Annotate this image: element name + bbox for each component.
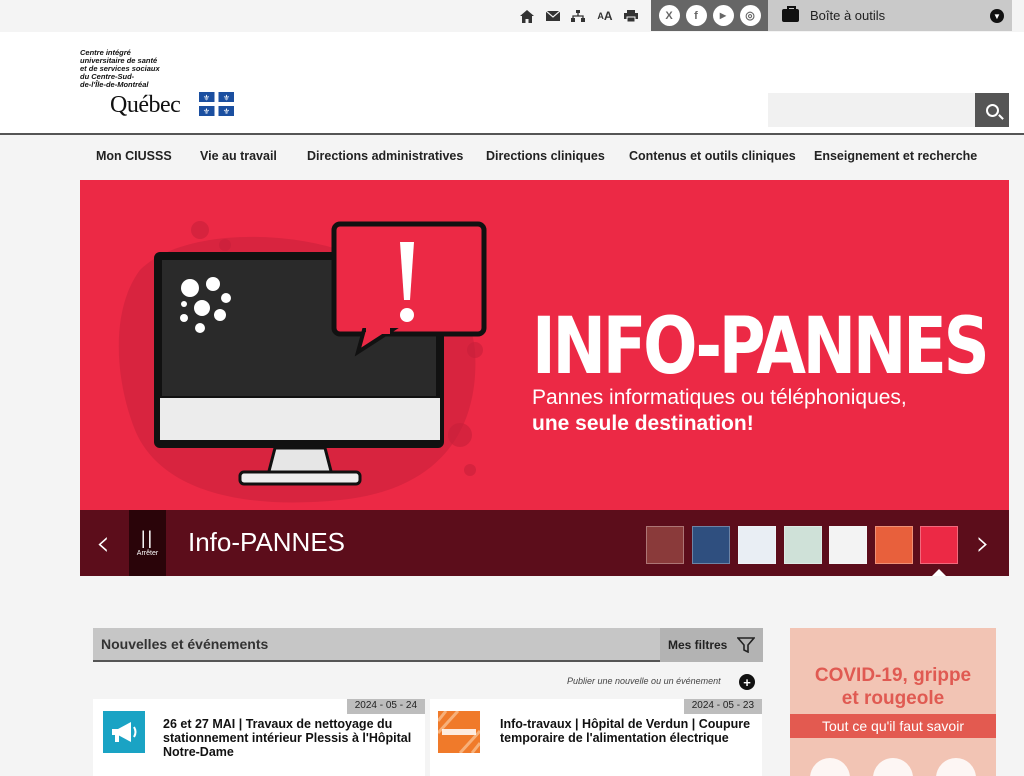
news-card-title[interactable]: 26 et 27 MAI | Travaux de nettoyage du s… <box>163 717 418 759</box>
carousel-thumbnail-active[interactable] <box>920 526 958 564</box>
pause-icon: || <box>140 528 155 548</box>
organization-name[interactable]: Centre intégré universitaire de santé et… <box>80 49 190 89</box>
sitemap-icon[interactable] <box>570 8 586 24</box>
carousel-prev-button[interactable]: ‹ <box>88 518 118 568</box>
covid-icon <box>873 758 913 776</box>
instagram-icon[interactable]: ◎ <box>739 5 761 26</box>
covid-info-link[interactable]: Tout ce qu'il faut savoir <box>790 714 996 738</box>
print-icon[interactable] <box>623 8 639 24</box>
news-card[interactable]: 2024 - 05 - 23 Info-travaux | Hôpital de… <box>430 699 762 776</box>
monitor-illustration <box>118 221 487 503</box>
publish-news-link[interactable]: Publier une nouvelle ou un événement <box>567 676 721 686</box>
news-section-title: Nouvelles et événements <box>101 636 269 652</box>
nav-item-directions-cliniques[interactable]: Directions cliniques <box>486 149 605 163</box>
carousel-thumbnail[interactable] <box>738 526 776 564</box>
search-icon <box>985 103 999 117</box>
news-card[interactable]: 2024 - 05 - 24 26 et 27 MAI | Travaux de… <box>93 699 425 776</box>
main-navigation: Mon CIUSSS Vie au travail Directions adm… <box>0 137 1024 175</box>
covid-icon <box>936 758 976 776</box>
nav-item-mon-ciusss[interactable]: Mon CIUSSS <box>96 149 172 163</box>
filter-icon <box>737 637 755 653</box>
covid-title-line: COVID-19, grippe <box>814 665 972 686</box>
covid-title-line: et rougeole <box>841 688 945 709</box>
social-links: X f ▶ ◎ <box>651 0 768 31</box>
toolbox-dropdown[interactable]: Boîte à outils ▼ <box>768 0 1012 31</box>
text-size-icon[interactable]: AA <box>596 8 614 24</box>
covid-banner[interactable]: COVID-19, grippe et rougeole Tout ce qu'… <box>790 628 996 776</box>
nav-item-contenus-outils[interactable]: Contenus et outils cliniques <box>629 149 796 163</box>
briefcase-icon <box>782 6 799 22</box>
svg-text:⚜: ⚜ <box>203 107 210 116</box>
mail-icon[interactable] <box>545 8 561 24</box>
hero-carousel: INFO-PANNES Pannes informatiques ou télé… <box>80 180 1009 576</box>
svg-text:⚜: ⚜ <box>223 94 230 103</box>
carousel-thumbnail[interactable] <box>646 526 684 564</box>
facebook-icon[interactable]: f <box>685 5 707 26</box>
filters-label: Mes filtres <box>668 638 728 652</box>
carousel-thumbnail[interactable] <box>784 526 822 564</box>
add-icon[interactable]: + <box>739 674 755 690</box>
hero-subline-bold: une seule destination! <box>532 412 754 435</box>
search-input[interactable] <box>768 93 975 127</box>
logo-line: de-l'Île-de-Montréal <box>80 80 149 89</box>
news-date: 2024 - 05 - 23 <box>683 699 762 714</box>
nav-item-enseignement-recherche[interactable]: Enseignement et recherche <box>814 149 977 163</box>
active-thumb-indicator <box>932 569 946 576</box>
hero-subline: Pannes informatiques ou téléphoniques, <box>532 386 907 409</box>
nav-item-vie-au-travail[interactable]: Vie au travail <box>200 149 277 163</box>
site-header: Centre intégré universitaire de santé et… <box>0 32 1024 135</box>
carousel-next-button[interactable]: › <box>968 518 998 568</box>
svg-text:⚜: ⚜ <box>223 107 230 116</box>
carousel-thumbnail[interactable] <box>692 526 730 564</box>
utility-bar: AA X f ▶ ◎ Boîte à outils ▼ <box>0 0 1024 32</box>
hero-headline: INFO-PANNES <box>532 302 990 392</box>
filters-button[interactable]: Mes filtres <box>660 628 763 662</box>
news-section-header: Nouvelles et événements Mes filtres <box>93 628 763 662</box>
pause-label: Arrêter <box>136 550 159 557</box>
quebec-wordmark: Québec <box>110 92 181 118</box>
chevron-down-icon: ▼ <box>990 9 1004 23</box>
covid-title: COVID-19, grippe et rougeole <box>790 664 996 710</box>
carousel-thumbnail[interactable] <box>829 526 867 564</box>
megaphone-icon <box>103 711 145 753</box>
covid-icon <box>810 758 850 776</box>
toolbox-label: Boîte à outils <box>810 8 886 23</box>
x-twitter-icon[interactable]: X <box>658 5 680 26</box>
quebec-flag-icon: ⚜ ⚜ ⚜ ⚜ <box>199 92 234 116</box>
nav-item-directions-administratives[interactable]: Directions administratives <box>307 149 463 163</box>
carousel-pause-button[interactable]: || Arrêter <box>129 510 166 576</box>
construction-icon <box>438 711 480 753</box>
svg-text:⚜: ⚜ <box>203 94 210 103</box>
carousel-thumbnail[interactable] <box>875 526 913 564</box>
news-card-title[interactable]: Info-travaux | Hôpital de Verdun | Coupu… <box>500 717 755 745</box>
slide-title: Info-PANNES <box>188 527 346 557</box>
youtube-icon[interactable]: ▶ <box>712 5 734 26</box>
home-icon[interactable] <box>519 8 535 24</box>
search-button[interactable] <box>975 93 1009 127</box>
news-date: 2024 - 05 - 24 <box>346 699 425 714</box>
